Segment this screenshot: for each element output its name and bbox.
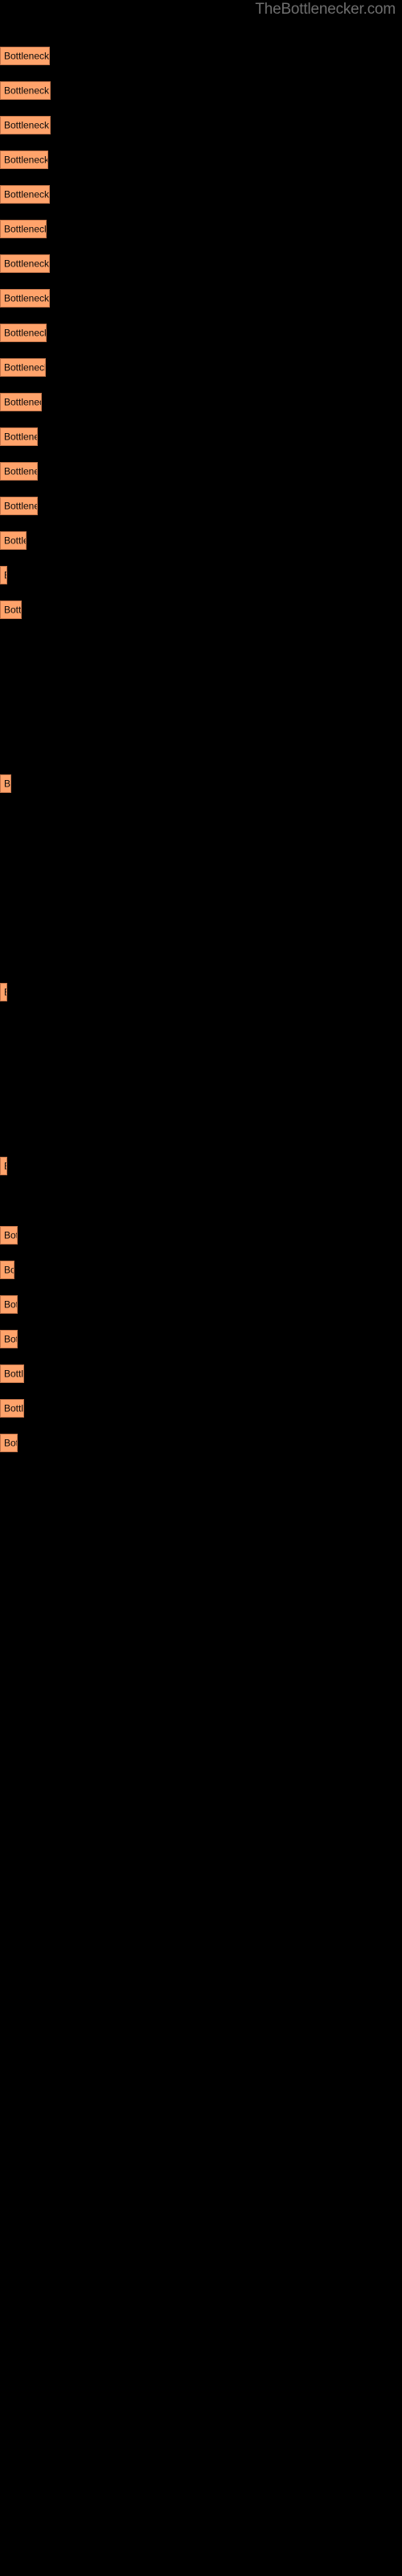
bar-row[interactable]: Bottleneck result bbox=[0, 1364, 24, 1383]
bar-label: Bottleneck result bbox=[4, 154, 48, 165]
bar-row[interactable]: Bottleneck result bbox=[0, 47, 50, 65]
bar-row[interactable]: Bottleneck result bbox=[0, 254, 50, 273]
bar-row[interactable]: Bottleneck result bbox=[0, 774, 11, 793]
bar-label: Bottleneck result bbox=[4, 188, 50, 200]
bar-label: Bottleneck result bbox=[4, 50, 50, 61]
bar-row[interactable]: Bottleneck result bbox=[0, 983, 7, 1001]
bar[interactable]: Bottleneck result bbox=[0, 462, 38, 481]
bar-label: Bottleneck result bbox=[4, 1298, 17, 1310]
bottleneck-bar-chart: TheBottlenecker.com Bottleneck resultBot… bbox=[0, 0, 402, 2576]
bar-label: Bottleneck result bbox=[4, 465, 37, 477]
bar-label: Bottleneck result bbox=[4, 1264, 14, 1275]
bar[interactable]: Bottleneck result bbox=[0, 254, 50, 273]
bar-row[interactable]: Bottleneck result bbox=[0, 462, 38, 481]
bar[interactable]: Bottleneck result bbox=[0, 1261, 14, 1279]
bar-label: Bottleneck result bbox=[4, 85, 50, 96]
bar-row[interactable]: Bottleneck result bbox=[0, 1330, 18, 1348]
bar-row[interactable]: Bottleneck result bbox=[0, 324, 47, 342]
bar-label: Bottleneck result bbox=[4, 604, 22, 615]
bar[interactable]: Bottleneck result bbox=[0, 601, 22, 619]
bar-label: Bottleneck result bbox=[4, 535, 26, 546]
bar-row[interactable]: Bottleneck result bbox=[0, 185, 50, 204]
bar[interactable]: Bottleneck result bbox=[0, 497, 38, 515]
bar-row[interactable]: Bottleneck result bbox=[0, 358, 46, 377]
bar[interactable]: Bottleneck result bbox=[0, 289, 50, 308]
bar[interactable]: Bottleneck result bbox=[0, 116, 51, 134]
bar-row[interactable]: Bottleneck result bbox=[0, 601, 22, 619]
bar[interactable]: Bottleneck result bbox=[0, 1399, 24, 1418]
bar-label: Bottleneck result bbox=[4, 119, 50, 130]
bar-row[interactable]: Bottleneck result bbox=[0, 116, 51, 134]
bar-row[interactable]: Bottleneck result bbox=[0, 289, 50, 308]
bar[interactable]: Bottleneck result bbox=[0, 1226, 18, 1245]
bar-label: Bottleneck result bbox=[4, 1161, 6, 1171]
bar[interactable]: Bottleneck result bbox=[0, 531, 27, 550]
bar-row[interactable]: Bottleneck result bbox=[0, 393, 42, 411]
bar-label: Bottleneck result bbox=[4, 258, 50, 269]
bar-label: Bottleneck result bbox=[4, 500, 37, 511]
bar-row[interactable]: Bottleneck result bbox=[0, 497, 38, 515]
bar-row[interactable]: Bottleneck result bbox=[0, 427, 38, 446]
bar-row[interactable]: Bottleneck result bbox=[0, 1261, 14, 1279]
bar-label: Bottleneck result bbox=[4, 1333, 17, 1344]
bar[interactable]: Bottleneck result bbox=[0, 47, 50, 65]
bar-label: Bottleneck result bbox=[4, 1437, 17, 1448]
bar-row[interactable]: Bottleneck result bbox=[0, 1157, 7, 1175]
bar[interactable]: Bottleneck result bbox=[0, 1330, 18, 1348]
bar[interactable]: Bottleneck result bbox=[0, 983, 7, 1001]
bar[interactable]: Bottleneck result bbox=[0, 774, 11, 793]
bar[interactable]: Bottleneck result bbox=[0, 566, 7, 584]
bar-row[interactable]: Bottleneck result bbox=[0, 566, 7, 584]
bar-label: Bottleneck result bbox=[4, 292, 50, 303]
bar-label: Bottleneck result bbox=[4, 327, 47, 338]
bar-row[interactable]: Bottleneck result bbox=[0, 531, 27, 550]
bar[interactable]: Bottleneck result bbox=[0, 324, 47, 342]
bar-label: Bottleneck result bbox=[4, 223, 47, 234]
bar-label: Bottleneck result bbox=[4, 396, 41, 407]
bar[interactable]: Bottleneck result bbox=[0, 220, 47, 238]
bar[interactable]: Bottleneck result bbox=[0, 358, 46, 377]
bar-row[interactable]: Bottleneck result bbox=[0, 1399, 24, 1418]
bar-row[interactable]: Bottleneck result bbox=[0, 220, 47, 238]
bar-row[interactable]: Bottleneck result bbox=[0, 1434, 18, 1452]
bar-row[interactable]: Bottleneck result bbox=[0, 1226, 18, 1245]
bar-row[interactable]: Bottleneck result bbox=[0, 81, 51, 100]
bar-label: Bottleneck result bbox=[4, 778, 11, 789]
bar[interactable]: Bottleneck result bbox=[0, 1364, 24, 1383]
bar-label: Bottleneck result bbox=[4, 570, 6, 580]
bar[interactable]: Bottleneck result bbox=[0, 1295, 18, 1314]
bar-label: Bottleneck result bbox=[4, 361, 46, 373]
bar[interactable]: Bottleneck result bbox=[0, 151, 48, 169]
bar[interactable]: Bottleneck result bbox=[0, 1157, 7, 1175]
bar[interactable]: Bottleneck result bbox=[0, 185, 50, 204]
bar[interactable]: Bottleneck result bbox=[0, 1434, 18, 1452]
bar-label: Bottleneck result bbox=[4, 1402, 24, 1414]
bar[interactable]: Bottleneck result bbox=[0, 427, 38, 446]
bars-layer: Bottleneck result Bottleneck result Bottle… bbox=[0, 0, 402, 2576]
bar[interactable]: Bottleneck result bbox=[0, 393, 42, 411]
bar-label: Bottleneck result bbox=[4, 1229, 17, 1241]
bar[interactable]: Bottleneck result bbox=[0, 81, 51, 100]
bar-label: Bottleneck result bbox=[4, 1368, 24, 1379]
bar-label: Bottleneck result bbox=[4, 431, 37, 442]
bar-row[interactable]: Bottleneck result bbox=[0, 151, 48, 169]
bar-row[interactable]: Bottleneck result bbox=[0, 1295, 18, 1314]
bar-label: Bottleneck result bbox=[4, 987, 6, 997]
